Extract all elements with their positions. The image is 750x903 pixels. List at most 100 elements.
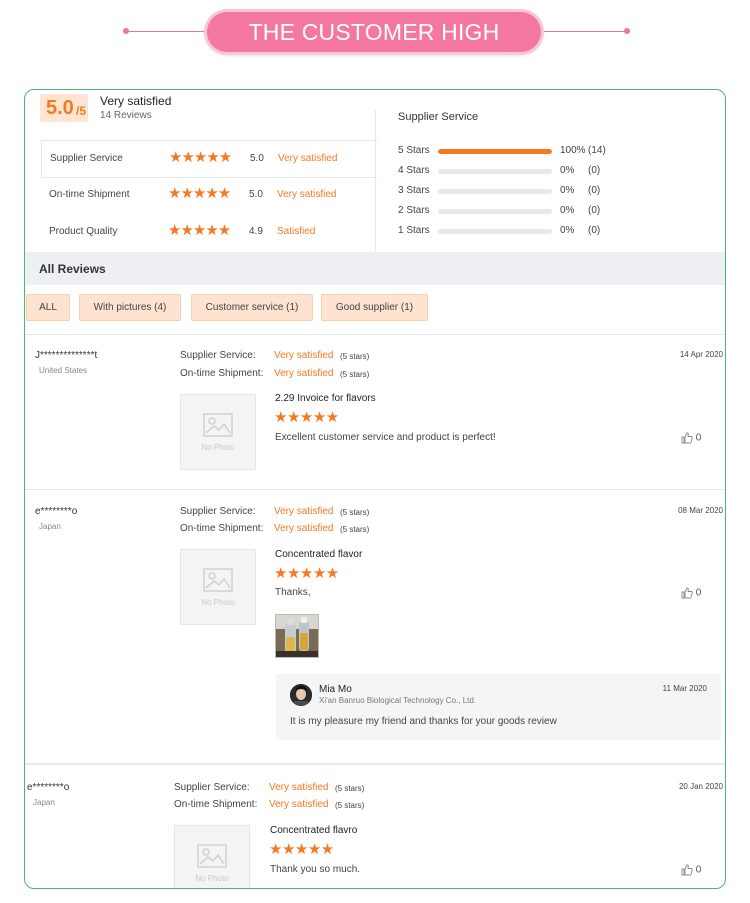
supplier-service-stars: (5 stars) <box>340 508 370 517</box>
no-photo-placeholder: No Photo <box>180 549 256 625</box>
reviewer-name: e********o <box>27 782 70 793</box>
thumbs-up-icon <box>681 432 693 444</box>
dist-count: (14) <box>588 145 606 156</box>
dist-label: 3 Stars <box>398 185 430 196</box>
supplier-service-value: Very satisfied <box>274 350 334 361</box>
dist-count: (0) <box>588 225 601 236</box>
all-reviews-header: All Reviews <box>25 252 725 285</box>
overall-score: 5.0 <box>46 97 74 119</box>
review-stars: ★★★★★ <box>274 565 339 582</box>
bottle-photo <box>276 615 318 657</box>
filter-all-button[interactable]: ALL <box>26 294 70 321</box>
reply-author: Mia Mo <box>319 684 352 695</box>
dist-row-4: 4 Stars 0% (0) <box>398 164 718 178</box>
rating-value: 5.0 <box>250 153 264 164</box>
reviews-panel: 5.0 /5 Very satisfied 14 Reviews Supplie… <box>24 89 726 889</box>
score-badge: 5.0 /5 <box>40 94 88 122</box>
banner-dot-right <box>624 28 630 34</box>
supplier-service-stars: (5 stars) <box>340 352 370 361</box>
avatar-image <box>290 684 312 706</box>
supplier-service-key: Supplier Service: <box>180 350 256 361</box>
thumbs-up-icon <box>681 864 693 876</box>
review-attachment-thumbnail[interactable] <box>275 614 319 658</box>
star-rating: ★★★★★ <box>168 222 231 239</box>
supplier-service-value: Very satisfied <box>274 506 334 517</box>
filter-customer-service-button[interactable]: Customer service (1) <box>191 294 313 321</box>
review-title: Concentrated flavor <box>275 549 363 560</box>
reply-text: It is my pleasure my friend and thanks f… <box>290 716 557 727</box>
no-photo-text: No Photo <box>201 443 235 452</box>
supplier-reply: Mia Mo Xi'an Banruo Biological Technolog… <box>276 674 721 740</box>
shipment-key: On-time Shipment: <box>180 523 264 534</box>
dist-label: 4 Stars <box>398 165 430 176</box>
dist-count: (0) <box>588 165 601 176</box>
rating-label: Supplier Service <box>50 153 123 164</box>
supplier-service-key: Supplier Service: <box>180 506 256 517</box>
dist-label: 5 Stars <box>398 145 430 156</box>
dist-count: (0) <box>588 205 601 216</box>
dist-fill <box>438 149 552 154</box>
dist-row-1: 1 Stars 0% (0) <box>398 224 718 238</box>
banner-title: THE CUSTOMER HIGH PRAISE <box>207 12 541 85</box>
rating-text: Very satisfied <box>277 189 337 200</box>
like-count: 0 <box>695 864 702 876</box>
dist-bar <box>438 149 552 154</box>
rating-label: Product Quality <box>49 226 118 237</box>
supplier-service-stars: (5 stars) <box>335 784 365 793</box>
score-out-of: /5 <box>76 104 87 118</box>
shipment-stars: (5 stars) <box>335 801 365 810</box>
review-date: 08 Mar 2020 <box>678 506 723 515</box>
like-button[interactable]: 0 <box>681 587 701 599</box>
banner-line-right <box>541 31 626 32</box>
no-photo-text: No Photo <box>201 598 235 607</box>
review-title: Concentrated flavro <box>270 825 358 836</box>
review-date: 20 Jan 2020 <box>678 782 723 791</box>
reply-date: 11 Mar 2020 <box>662 684 707 693</box>
dist-bar <box>438 169 552 174</box>
separator <box>25 489 725 490</box>
shipment-value: Very satisfied <box>269 799 329 810</box>
rating-row-product-quality[interactable]: Product Quality ★★★★★ 4.9 Satisfied <box>41 214 376 250</box>
overall-label: Very satisfied <box>100 94 172 108</box>
shipment-value: Very satisfied <box>274 368 334 379</box>
reviewer-country: United States <box>39 366 88 375</box>
reviewer-country: Japan <box>39 522 61 531</box>
dist-pct: 0% <box>560 205 575 216</box>
review-title: 2.29 Invoice for flavors <box>275 393 376 404</box>
dist-label: 2 Stars <box>398 205 430 216</box>
review-stars: ★★★★★ <box>269 841 334 858</box>
rating-label: On-time Shipment <box>49 189 130 200</box>
supplier-service-key: Supplier Service: <box>174 782 250 793</box>
rating-row-on-time-shipment[interactable]: On-time Shipment ★★★★★ 5.0 Very satisfie… <box>41 177 376 213</box>
dist-row-3: 3 Stars 0% (0) <box>398 184 718 198</box>
dist-pct: 0% <box>560 225 575 236</box>
separator <box>25 763 725 765</box>
like-button[interactable]: 0 <box>681 432 701 444</box>
no-photo-text: No Photo <box>195 874 229 883</box>
all-reviews-title: All Reviews <box>39 262 106 276</box>
review-stars: ★★★★★ <box>274 409 339 426</box>
like-count: 0 <box>695 432 702 444</box>
dist-bar <box>438 229 552 234</box>
separator <box>25 334 725 335</box>
shipment-stars: (5 stars) <box>340 525 370 534</box>
filter-with-pictures-button[interactable]: With pictures (4) <box>79 294 181 321</box>
dist-label: 1 Stars <box>398 225 430 236</box>
thumbs-up-icon <box>681 587 693 599</box>
star-rating: ★★★★★ <box>168 185 231 202</box>
star-rating: ★★★★★ <box>169 149 232 166</box>
reviewer-name: e********o <box>35 506 78 517</box>
filter-good-supplier-button[interactable]: Good supplier (1) <box>321 294 428 321</box>
shipment-value: Very satisfied <box>274 523 334 534</box>
reviewer-country: Japan <box>33 798 55 807</box>
review-date: 14 Apr 2020 <box>679 350 723 359</box>
dist-bar <box>438 209 552 214</box>
image-icon <box>203 568 233 592</box>
shipment-key: On-time Shipment: <box>180 368 264 379</box>
image-icon <box>203 413 233 437</box>
rating-row-supplier-service[interactable]: Supplier Service ★★★★★ 5.0 Very satisfie… <box>41 140 377 178</box>
summary-divider <box>375 110 376 252</box>
like-button[interactable]: 0 <box>681 864 701 876</box>
rating-text: Very satisfied <box>278 153 338 164</box>
dist-row-5: 5 Stars 100% (14) <box>398 144 718 158</box>
